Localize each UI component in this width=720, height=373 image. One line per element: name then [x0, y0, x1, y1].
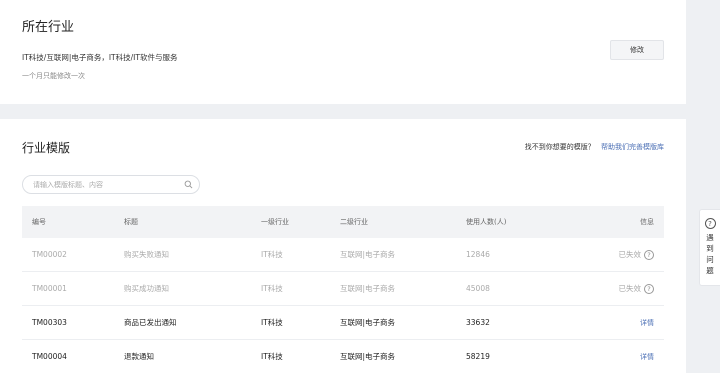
- question-circle-icon: ?: [704, 218, 716, 229]
- row-info: 详情: [640, 318, 654, 328]
- status-label: 已失效: [618, 284, 642, 293]
- table-row: TM00004 退款通知 IT科技 互联网|电子商务 58219 详情: [22, 340, 664, 373]
- question-icon[interactable]: ?: [644, 283, 654, 294]
- row-industry-l1: IT科技: [261, 250, 283, 259]
- column-header: 使用人数(人): [466, 218, 507, 226]
- row-users: 33632: [466, 318, 490, 327]
- help-question: 找不到你想要的模版？: [524, 143, 595, 151]
- row-title: 商品已发出通知: [124, 318, 177, 327]
- table-row: TM00001 购买成功通知 IT科技 互联网|电子商务 45008 已失效 ?: [22, 272, 664, 306]
- table-row: TM00002 购买失败通知 IT科技 互联网|电子商务 12846 已失效 ?: [22, 238, 664, 272]
- row-industry-l2: 互联网|电子商务: [340, 352, 396, 361]
- industry-title: 所在行业: [22, 20, 75, 35]
- row-code: TM00004: [32, 352, 67, 361]
- row-code: TM00001: [32, 284, 67, 293]
- table-header: 编号 标题 一级行业 二级行业 使用人数(人) 信息: [22, 206, 664, 238]
- detail-link[interactable]: 详情: [640, 318, 654, 328]
- question-icon[interactable]: ?: [644, 249, 654, 260]
- help-float-button[interactable]: ? 遇到问题: [699, 209, 720, 286]
- column-header: 标题: [124, 218, 138, 226]
- row-info: 已失效 ?: [618, 249, 654, 260]
- row-industry-l1: IT科技: [261, 284, 283, 293]
- column-header: 一级行业: [261, 218, 289, 226]
- industry-value: IT科技/互联网|电子商务，IT科技/IT软件与服务: [22, 53, 178, 62]
- row-info: 详情: [640, 352, 654, 362]
- row-title: 退款通知: [124, 352, 154, 361]
- search-placeholder: 请输入模版标题、内容: [33, 181, 103, 189]
- table-row: TM00303 商品已发出通知 IT科技 互联网|电子商务 33632 详情: [22, 306, 664, 340]
- search-icon[interactable]: [184, 180, 193, 189]
- row-title: 购买成功通知: [124, 284, 169, 293]
- row-info: 已失效 ?: [618, 283, 654, 294]
- row-industry-l1: IT科技: [261, 352, 283, 361]
- row-users: 45008: [466, 284, 490, 293]
- search-input[interactable]: 请输入模版标题、内容: [22, 175, 200, 194]
- template-help-row: 找不到你想要的模版？ 帮助我们完善模版库: [525, 142, 664, 152]
- help-improve-link[interactable]: 帮助我们完善模版库: [601, 143, 664, 151]
- help-float-label: 遇到问题: [706, 233, 714, 275]
- template-table: 编号 标题 一级行业 二级行业 使用人数(人) 信息 TM00002 购买失败通…: [22, 206, 664, 373]
- row-industry-l1: IT科技: [261, 318, 283, 327]
- industry-card: 所在行业 IT科技/互联网|电子商务，IT科技/IT软件与服务 一个月只能修改一…: [0, 0, 686, 104]
- modify-button[interactable]: 修改: [610, 40, 664, 60]
- column-header: 二级行业: [340, 218, 368, 226]
- row-users: 58219: [466, 352, 490, 361]
- column-header: 信息: [640, 218, 654, 226]
- row-title: 购买失败通知: [124, 250, 169, 259]
- row-code: TM00303: [32, 318, 67, 327]
- industry-note: 一个月只能修改一次: [22, 72, 85, 80]
- detail-link[interactable]: 详情: [640, 352, 654, 362]
- row-industry-l2: 互联网|电子商务: [340, 250, 396, 259]
- templates-title: 行业模版: [22, 141, 71, 155]
- column-header: 编号: [32, 218, 46, 226]
- templates-card: 行业模版 找不到你想要的模版？ 帮助我们完善模版库 请输入模版标题、内容 编号 …: [0, 119, 686, 373]
- status-label: 已失效: [618, 250, 642, 259]
- row-industry-l2: 互联网|电子商务: [340, 318, 396, 327]
- row-industry-l2: 互联网|电子商务: [340, 284, 396, 293]
- row-code: TM00002: [32, 250, 67, 259]
- row-users: 12846: [466, 250, 490, 259]
